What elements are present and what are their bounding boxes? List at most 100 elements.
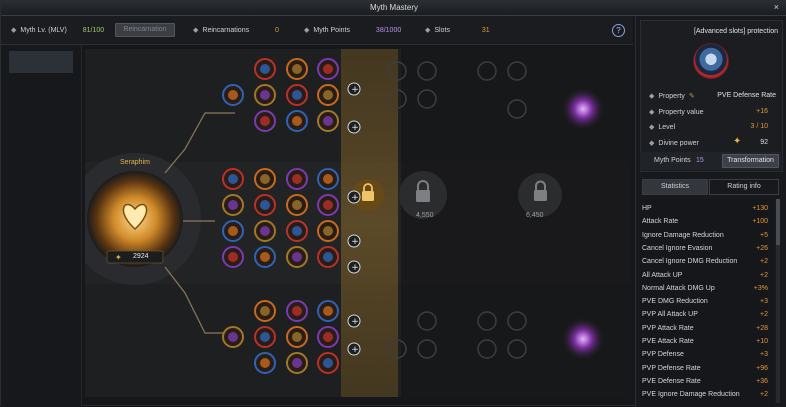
skill-node-icon (292, 252, 302, 262)
stat-row: PVP All Attack UP +2 (640, 309, 768, 321)
help-icon[interactable]: ? (612, 24, 625, 37)
plus-icon: + (351, 85, 359, 95)
stat-name: PVP Defense (642, 351, 684, 359)
statistics-list: HP +130 Attack Rate +100 Ignore Damage Reduc… (640, 199, 773, 407)
slot-detail-box: [Advanced slots] protection ◆ Property ✎ … (640, 20, 783, 172)
tab-statistics[interactable]: Statistics (642, 179, 708, 195)
divine-power-label: Divine power (658, 140, 699, 147)
slots-value: 31 (481, 27, 490, 34)
skill-node-icon (260, 174, 270, 184)
stat-value: +5 (760, 231, 768, 239)
myth-level-value: 81/100 (82, 27, 105, 34)
top-stats-bar: ◆ Myth Lv. (MLV) 81/100 Reincarnation ◆ Re… (1, 16, 633, 45)
tab-rating-info[interactable]: Rating info (709, 179, 779, 195)
property-value: PVE Defense Rate (717, 92, 776, 99)
plus-icon: + (351, 123, 359, 133)
active-lock-icon[interactable] (362, 191, 374, 201)
skill-node-icon (260, 252, 270, 262)
property-value-label: Property value (658, 109, 704, 116)
level-row: ◆ Level (649, 123, 675, 131)
transformation-button[interactable]: Transformation (722, 154, 779, 168)
skill-node-icon (323, 226, 333, 236)
skill-node-icon (292, 332, 302, 342)
stat-value: +28 (756, 324, 768, 332)
stat-name: PVE DMG Reduction (642, 298, 708, 306)
reincarnations-label: Reincarnations (202, 27, 250, 34)
divine-star-icon: ✦ (733, 136, 742, 147)
skill-node-icon (260, 116, 270, 126)
skill-node-icon (292, 200, 302, 210)
skill-node-icon (323, 200, 333, 210)
stat-name: Cancel Ignore DMG Reduction (642, 258, 738, 266)
stat-value: +26 (756, 244, 768, 252)
lock-cost-2: 6,450 (526, 212, 544, 219)
scrollbar-thumb[interactable] (776, 199, 780, 245)
skill-node-icon (228, 226, 238, 236)
core-value: 2924 (133, 253, 149, 260)
stat-name: Attack Rate (642, 218, 679, 226)
skill-node-icon (260, 226, 270, 236)
skill-node-icon (260, 200, 270, 210)
bullet-icon: ◆ (649, 140, 655, 147)
stat-value: +100 (752, 218, 768, 226)
lock-icon[interactable] (534, 190, 547, 201)
slot-gem-icon (693, 43, 729, 79)
statistics-scrollbar[interactable] (776, 199, 780, 403)
slots-label: Slots (434, 27, 450, 34)
level-value: 3 / 10 (750, 123, 768, 130)
skill-node-icon (323, 174, 333, 184)
property-value-row: ◆ Property value (649, 108, 704, 116)
slots-stat: ◆ Slots 31 (425, 26, 490, 34)
seal-icon-bottom (561, 317, 605, 361)
stat-row: PVE Attack Rate +10 (640, 336, 768, 348)
skill-node-icon (323, 306, 333, 316)
sidebar-slot[interactable] (9, 51, 73, 73)
bullet-icon: ◆ (11, 27, 17, 34)
skill-node-icon (292, 90, 302, 100)
divine-power-value: 92 (760, 139, 768, 146)
stat-name: All Attack UP (642, 271, 683, 279)
skill-node-icon (292, 64, 302, 74)
plus-icon: + (351, 193, 359, 203)
stat-row: PVE Defense Rate +36 (640, 376, 768, 388)
stat-value: +96 (756, 364, 768, 372)
plus-icon: + (351, 237, 359, 247)
reincarnation-button[interactable]: Reincarnation (115, 23, 175, 37)
skill-node-icon (228, 200, 238, 210)
bullet-icon: ◆ (425, 27, 431, 34)
myth-level-label: Myth Lv. (MLV) (20, 27, 67, 34)
stat-name: PVP Attack Rate (642, 324, 694, 332)
board-graphics: ✦ + + + + + + + (85, 49, 631, 397)
skill-node-icon (323, 358, 333, 368)
myth-mastery-window: Myth Mastery × ◆ Myth Lv. (MLV) 81/100 Re… (0, 0, 786, 407)
stat-value: +3 (760, 351, 768, 359)
reincarnations-value: 0 (275, 27, 279, 34)
mp-label: Myth Points (654, 157, 691, 164)
title-bar: Myth Mastery × (1, 1, 786, 16)
stat-name: PVP Defense Rate (642, 364, 701, 372)
stat-value: +36 (756, 377, 768, 385)
lock-icon[interactable] (416, 190, 430, 202)
close-icon[interactable]: × (774, 2, 779, 12)
mp-value: 15 (696, 157, 704, 164)
skill-node-icon (292, 306, 302, 316)
bullet-icon: ◆ (649, 93, 655, 100)
stat-name: PVE Attack Rate (642, 338, 694, 345)
stat-row: Attack Rate +100 (640, 216, 768, 228)
stat-row: PVE DMG Reduction +3 (640, 296, 768, 308)
stat-name: Ignore Damage Reduction (642, 231, 724, 239)
skill-node-icon (228, 252, 238, 262)
stat-row: PVE Ignore Damage Reduction +2 (640, 389, 768, 401)
skill-node-icon (292, 116, 302, 126)
skill-node-icon (323, 90, 333, 100)
plus-icon: + (351, 317, 359, 327)
myth-points-label: Myth Points (313, 27, 350, 34)
core-title: Seraphim (120, 159, 150, 166)
skill-node-icon (260, 358, 270, 368)
divine-star-icon: ✦ (115, 253, 122, 262)
stat-value: +2 (760, 391, 768, 399)
seal-icon-top (561, 87, 605, 131)
window-title: Myth Mastery (369, 3, 418, 12)
skill-node-icon (292, 226, 302, 236)
right-panel: [Advanced slots] protection ◆ Property ✎ … (635, 16, 786, 407)
